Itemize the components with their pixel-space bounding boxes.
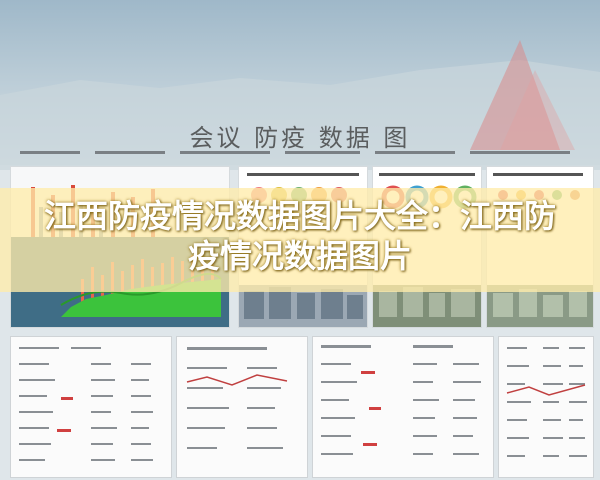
document-sheet-4 xyxy=(498,336,594,478)
document-sheet-2 xyxy=(176,336,308,478)
document-lines-2 xyxy=(186,347,288,449)
document-sheet-1 xyxy=(10,336,172,478)
document-lines-4 xyxy=(506,347,587,457)
banner-title: 江西防疫情况数据图片大全：江西防疫情况数据图片 xyxy=(43,197,556,275)
blurred-subtitle-row xyxy=(20,151,570,154)
document-lines-1 xyxy=(19,347,153,461)
collage-image: 会议 防疫 数据 图 江西防疫情况数据图片大全：江西防疫情况数据图片 xyxy=(0,0,600,480)
document-lines-3 xyxy=(321,345,481,455)
document-sheet-3 xyxy=(312,336,494,478)
